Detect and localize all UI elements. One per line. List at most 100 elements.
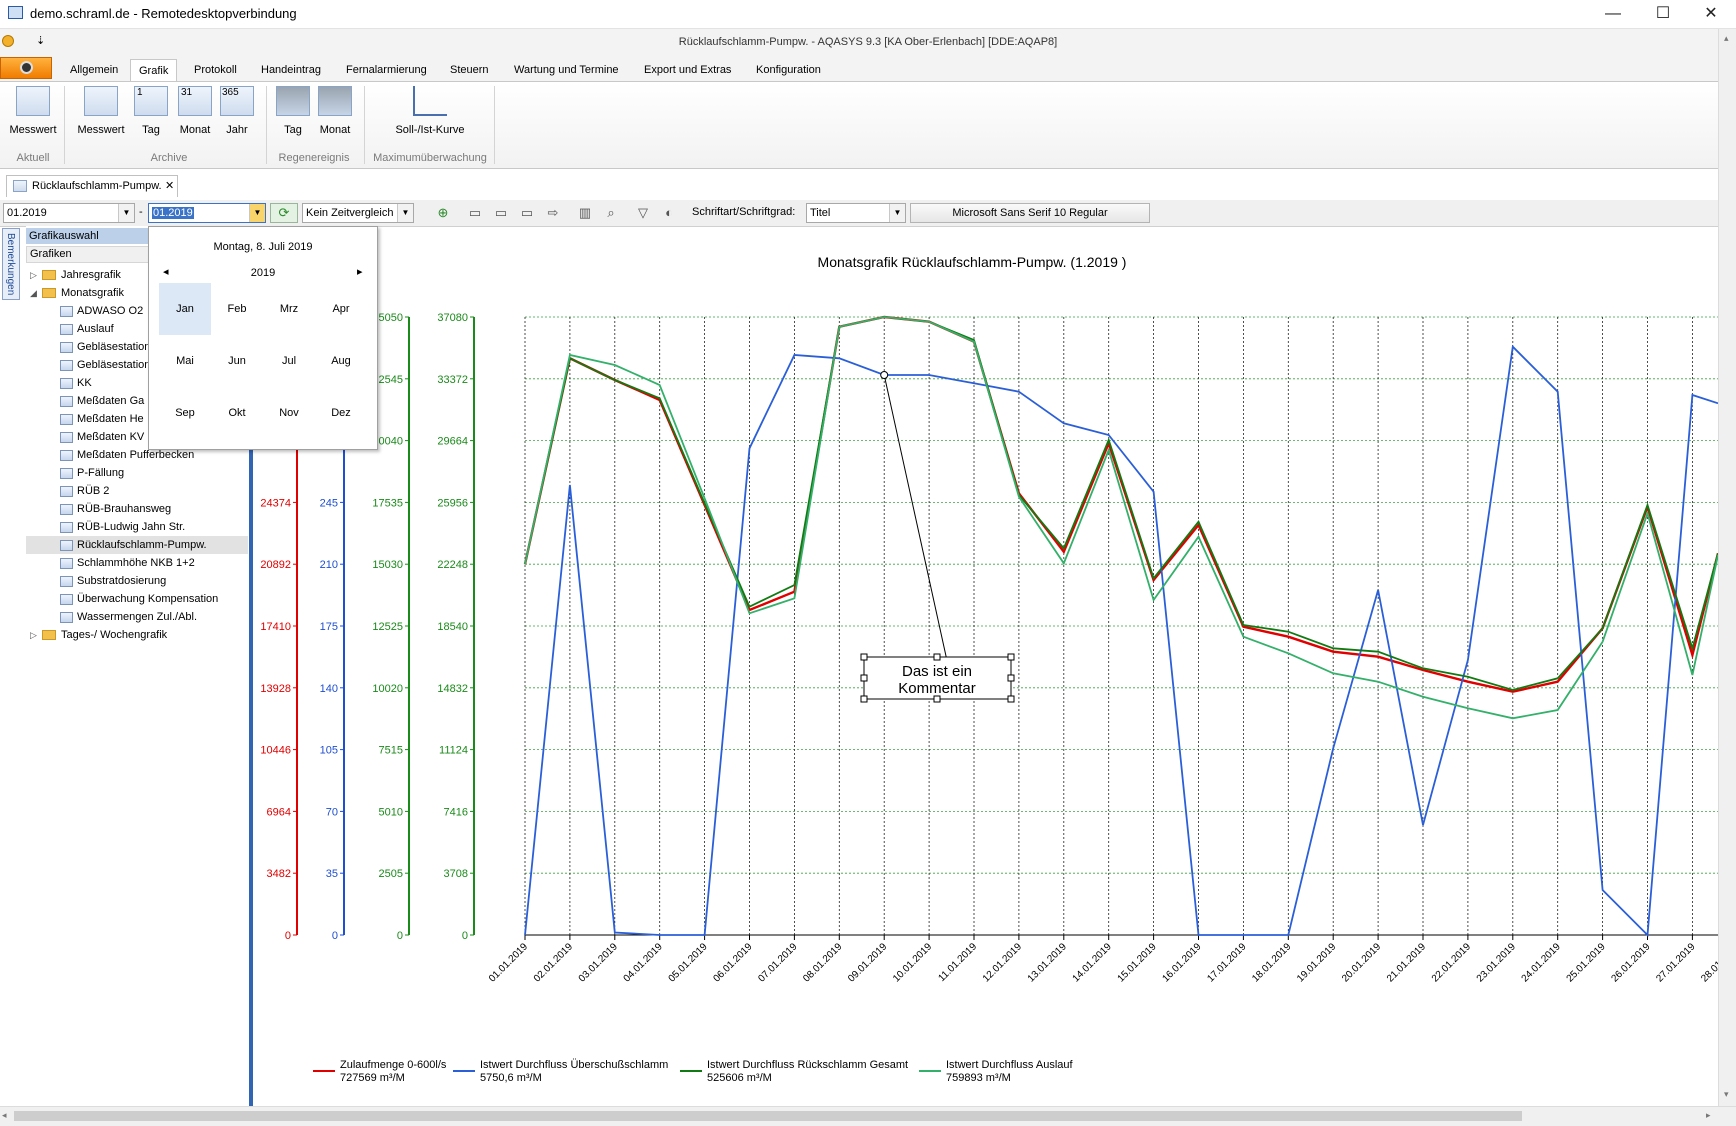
picker-today[interactable]: Montag, 8. Juli 2019 (149, 241, 377, 253)
regen-monat-button[interactable]: Monat (310, 86, 360, 136)
font-target-select[interactable]: Titel ▼ (806, 203, 906, 223)
close-button[interactable]: ✕ (1688, 0, 1734, 28)
x-tick-label: 01.01.2019 (487, 941, 530, 984)
tag-archiv-button[interactable]: 1 Tag (126, 86, 176, 136)
tree-item[interactable]: RÜB 2 (26, 482, 248, 500)
month-cell[interactable]: Dez (315, 387, 367, 439)
to-month-select[interactable]: 01.2019 ▼ (148, 203, 266, 223)
x-tick-label: 24.01.2019 (1520, 941, 1563, 984)
tab-export[interactable]: Export und Extras (636, 59, 739, 81)
rain-cloud-icon (318, 86, 352, 116)
tree-item[interactable]: RÜB-Brauhansweg (26, 500, 248, 518)
month-cell[interactable]: Mrz (263, 283, 315, 335)
month-cell[interactable]: Jul (263, 335, 315, 387)
x-tick-label: 02.01.2019 (532, 941, 575, 984)
month-cell[interactable]: Feb (211, 283, 263, 335)
month-cell[interactable]: Mai (159, 335, 211, 387)
add-circle-icon[interactable]: ⊕ (436, 206, 450, 220)
month-cell[interactable]: Sep (159, 387, 211, 439)
print-preview-icon[interactable]: ▭ (494, 206, 508, 220)
bemerkungen-tab[interactable]: Bemerkungen (2, 228, 20, 300)
tab-wartung[interactable]: Wartung und Termine (506, 59, 627, 81)
tab-steuern[interactable]: Steuern (442, 59, 497, 81)
annotation-text: Das ist ein (902, 663, 972, 680)
print-setup-icon[interactable]: ▭ (520, 206, 534, 220)
minimize-button[interactable]: — (1590, 0, 1636, 28)
y-tick-label: 3708 (444, 868, 468, 880)
chart-search-icon (84, 86, 118, 116)
palette-icon[interactable]: ◐ (662, 206, 676, 220)
application-menu-button[interactable] (0, 57, 52, 79)
zoom-icon[interactable]: ⌕ (604, 206, 618, 220)
chart-item-icon (60, 594, 73, 605)
group-maximum: Maximumüberwachung (373, 152, 487, 164)
x-tick-label: 19.01.2019 (1295, 941, 1338, 984)
tab-handeintrag[interactable]: Handeintrag (253, 59, 329, 81)
scroll-right-icon[interactable]: ▸ (1706, 1110, 1711, 1121)
maximize-button[interactable]: ☐ (1640, 0, 1686, 28)
compare-icon[interactable]: ▥ (578, 206, 592, 220)
tab-grafik[interactable]: Grafik (130, 59, 178, 81)
collapsed-icon[interactable]: ▷ (30, 266, 37, 284)
month-cell[interactable]: Apr (315, 283, 367, 335)
scroll-down-icon[interactable]: ▾ (1724, 1089, 1729, 1100)
vertical-scrollbar[interactable]: ▴ ▾ (1718, 29, 1736, 1106)
scroll-up-icon[interactable]: ▴ (1724, 33, 1729, 44)
legend-label: Istwert Durchfluss Rückschlamm Gesamt (707, 1059, 908, 1071)
y-tick-label: 7416 (444, 806, 468, 818)
x-tick-label: 15.01.2019 (1116, 941, 1159, 984)
messwert-archiv-button[interactable]: Messwert (76, 86, 126, 136)
chart-item-icon (60, 450, 73, 461)
tree-item[interactable]: Schlammhöhe NKB 1+2 (26, 554, 248, 572)
x-tick-label: 17.01.2019 (1205, 941, 1248, 984)
tab-protokoll[interactable]: Protokoll (186, 59, 245, 81)
tree-item[interactable]: RÜB-Ludwig Jahn Str. (26, 518, 248, 536)
font-select-button[interactable]: Microsoft Sans Serif 10 Regular (910, 203, 1150, 223)
scroll-left-icon[interactable]: ◂ (2, 1110, 7, 1121)
x-tick-label: 22.01.2019 (1430, 941, 1473, 984)
tab-allgemein[interactable]: Allgemein (62, 59, 126, 81)
horizontal-scrollbar[interactable]: ◂ ▸ (0, 1106, 1736, 1126)
picker-year[interactable]: 2019 (149, 267, 377, 279)
tree-folder[interactable]: ▷ Tages-/ Wochengrafik (26, 626, 248, 644)
tree-item[interactable]: Überwachung Kompensation (26, 590, 248, 608)
picker-next-icon[interactable]: ▸ (357, 265, 363, 278)
tree-item-label: Schlammhöhe NKB 1+2 (77, 557, 195, 569)
expanded-icon[interactable]: ◢ (30, 284, 37, 302)
tree-item[interactable]: Substratdosierung (26, 572, 248, 590)
tree-item[interactable]: Rücklaufschlamm-Pumpw. (26, 536, 248, 554)
tab-fernalarmierung[interactable]: Fernalarmierung (338, 59, 435, 81)
tree-item[interactable]: Wassermengen Zul./Abl. (26, 608, 248, 626)
collapsed-icon[interactable]: ▷ (30, 626, 37, 644)
month-cell[interactable]: Jan (159, 283, 211, 335)
tree-item[interactable]: P-Fällung (26, 464, 248, 482)
annotation-text: Kommentar (898, 680, 976, 697)
chart-item-icon (60, 324, 73, 335)
x-tick-label: 25.01.2019 (1565, 941, 1608, 984)
month-cell[interactable]: Jun (211, 335, 263, 387)
print-icon[interactable]: ▭ (468, 206, 482, 220)
document-tab[interactable]: Rücklaufschlamm-Pumpw. ✕ (6, 175, 178, 197)
month-cell[interactable]: Aug (315, 335, 367, 387)
filter-icon[interactable]: ▽ (636, 206, 650, 220)
resize-handle (1007, 674, 1015, 682)
export-icon[interactable]: ⇨ (546, 206, 560, 220)
close-tab-icon[interactable]: ✕ (165, 179, 174, 192)
ribbon-tabs: Allgemein Grafik Protokoll Handeintrag F… (0, 55, 1736, 82)
group-aktuell: Aktuell (16, 152, 50, 164)
messwert-aktuell-button[interactable]: Messwert (8, 86, 58, 136)
folder-icon (42, 270, 56, 280)
from-month-select[interactable]: 01.2019 ▼ (3, 203, 135, 223)
time-compare-select[interactable]: Kein Zeitvergleich ▼ (302, 203, 414, 223)
refresh-icon[interactable]: ⟳ (270, 203, 298, 223)
y-tick-label: 5010 (379, 806, 403, 818)
x-tick-label: 14.01.2019 (1071, 941, 1114, 984)
month-cell[interactable]: Okt (211, 387, 263, 439)
soll-ist-kurve-button[interactable]: Soll-/Ist-Kurve (390, 86, 470, 136)
scrollbar-thumb[interactable] (14, 1111, 1522, 1121)
tab-konfiguration[interactable]: Konfiguration (748, 59, 829, 81)
jahr-archiv-button[interactable]: 365 Jahr (212, 86, 262, 136)
month-cell[interactable]: Nov (263, 387, 315, 439)
chart-item-icon (60, 558, 73, 569)
y-tick-label: 14832 (437, 683, 468, 695)
